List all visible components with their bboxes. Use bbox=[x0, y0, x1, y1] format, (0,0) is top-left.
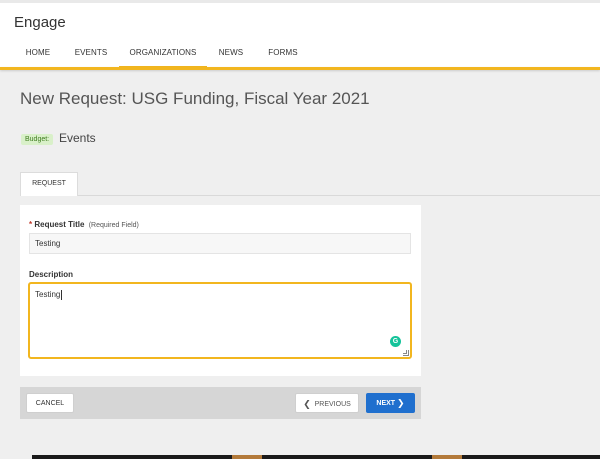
request-form: * Request Title (Required Field) Testing… bbox=[20, 205, 421, 376]
taskbar-segment bbox=[432, 455, 462, 459]
description-label: Description bbox=[29, 270, 73, 279]
previous-button-label: PREVIOUS bbox=[314, 400, 351, 408]
next-button[interactable]: NEXT ❯ bbox=[366, 393, 415, 413]
chevron-right-icon: ❯ bbox=[397, 398, 405, 408]
nav-item-organizations[interactable]: ORGANIZATIONS bbox=[119, 45, 207, 69]
request-title-label-text: Request Title bbox=[34, 220, 85, 229]
cancel-button-label: CANCEL bbox=[35, 400, 65, 407]
required-marker: * bbox=[29, 220, 33, 229]
request-title-label: * Request Title (Required Field) bbox=[29, 220, 139, 229]
cancel-button[interactable]: CANCEL bbox=[26, 393, 74, 413]
required-field-hint: (Required Field) bbox=[88, 222, 139, 229]
taskbar-segment bbox=[232, 455, 262, 459]
budget-badge: Budget: bbox=[21, 134, 54, 145]
next-button-label: NEXT bbox=[376, 399, 396, 407]
description-value: Testing bbox=[35, 290, 61, 300]
tab-bar-divider bbox=[20, 195, 600, 196]
chevron-left-icon: ❮ bbox=[303, 399, 311, 409]
page-title: New Request: USG Funding, Fiscal Year 20… bbox=[20, 89, 370, 108]
form-action-bar: CANCEL ❮ PREVIOUS NEXT ❯ bbox=[20, 387, 421, 419]
nav-item-home[interactable]: HOME bbox=[18, 45, 58, 69]
text-cursor bbox=[61, 290, 63, 300]
budget-value: Events bbox=[59, 131, 96, 145]
bottom-taskbar-strip bbox=[32, 455, 600, 459]
nav-item-forms[interactable]: FORMS bbox=[262, 45, 304, 69]
description-label-text: Description bbox=[29, 270, 74, 279]
previous-button[interactable]: ❮ PREVIOUS bbox=[295, 393, 359, 413]
nav-item-events[interactable]: EVENTS bbox=[70, 45, 112, 69]
request-title-input[interactable]: Testing bbox=[29, 233, 411, 254]
grammarly-icon[interactable]: G bbox=[390, 336, 401, 347]
tab-request[interactable]: REQUEST bbox=[20, 172, 78, 196]
request-title-value: Testing bbox=[35, 239, 61, 248]
description-textarea[interactable]: Testing G bbox=[28, 282, 412, 359]
nav-item-news[interactable]: NEWS bbox=[213, 45, 249, 69]
header-accent-bar bbox=[0, 67, 600, 70]
resize-handle-icon[interactable] bbox=[403, 350, 409, 356]
app-title: Engage bbox=[14, 14, 66, 31]
top-header: Engage HOME EVENTS ORGANIZATIONS NEWS FO… bbox=[0, 0, 600, 69]
